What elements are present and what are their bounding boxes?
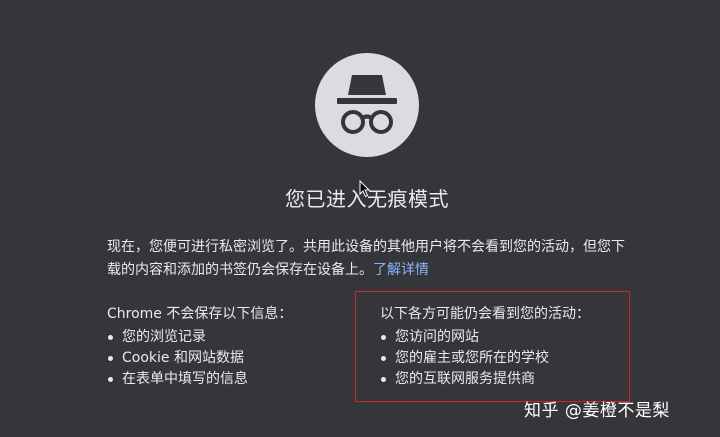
intro-text: 现在，您便可进行私密浏览了。共用此设备的其他用户将不会看到您的活动，但您下载的内… [107,239,625,278]
not-saved-section: Chrome 不会保存以下信息： 您的浏览记录 Cookie 和网站数据 在表单… [107,304,347,390]
visible-to-heading: 以下各方可能仍会看到您的活动： [380,306,590,322]
list-item: 您的互联网服务提供商 [380,369,620,390]
not-saved-heading: Chrome 不会保存以下信息： [107,306,293,322]
list-item: 您的浏览记录 [107,327,347,348]
watermark-text: 知乎 @姜橙不是梨 [524,401,670,421]
mouse-pointer-icon [359,180,371,198]
visible-to-section: 以下各方可能仍会看到您的活动： 您访问的网站 您的雇主或您所在的学校 您的互联网… [380,304,620,390]
visible-to-list: 您访问的网站 您的雇主或您所在的学校 您的互联网服务提供商 [380,327,620,390]
incognito-icon [315,53,419,157]
list-item: Cookie 和网站数据 [107,348,347,369]
intro-paragraph: 现在，您便可进行私密浏览了。共用此设备的其他用户将不会看到您的活动，但您下载的内… [107,236,627,282]
list-item: 在表单中填写的信息 [107,369,347,390]
list-item: 您访问的网站 [380,327,620,348]
learn-more-link[interactable]: 了解详情 [373,262,429,278]
not-saved-list: 您的浏览记录 Cookie 和网站数据 在表单中填写的信息 [107,327,347,390]
list-item: 您的雇主或您所在的学校 [380,348,620,369]
